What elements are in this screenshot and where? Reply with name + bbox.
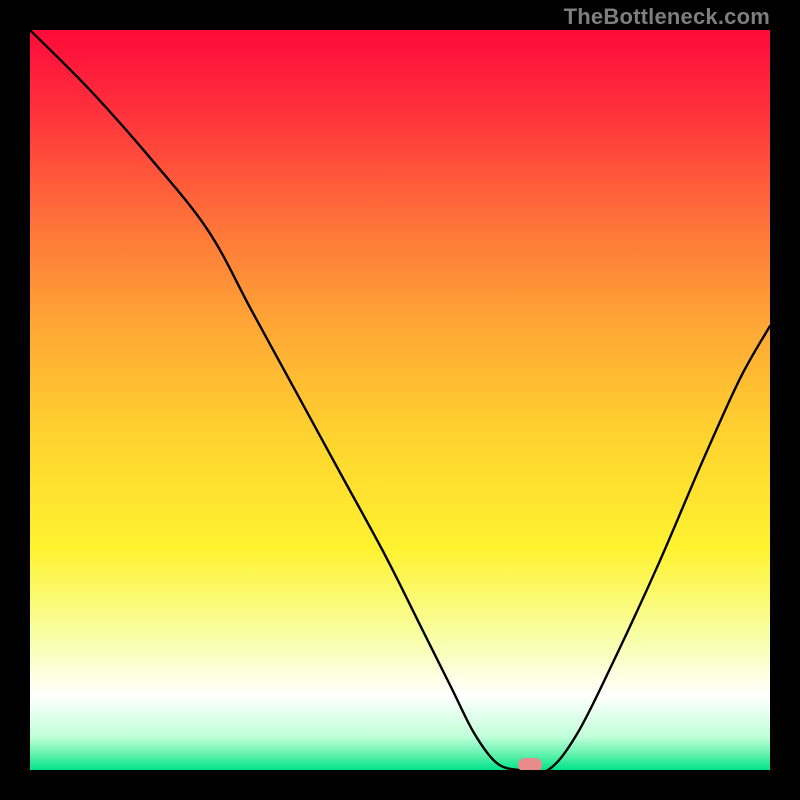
chart-frame: TheBottleneck.com — [0, 0, 800, 800]
gradient-background — [30, 30, 770, 770]
plot-svg — [30, 30, 770, 770]
watermark-text: TheBottleneck.com — [564, 4, 770, 30]
optimal-marker — [518, 758, 542, 770]
plot-area — [30, 30, 770, 770]
